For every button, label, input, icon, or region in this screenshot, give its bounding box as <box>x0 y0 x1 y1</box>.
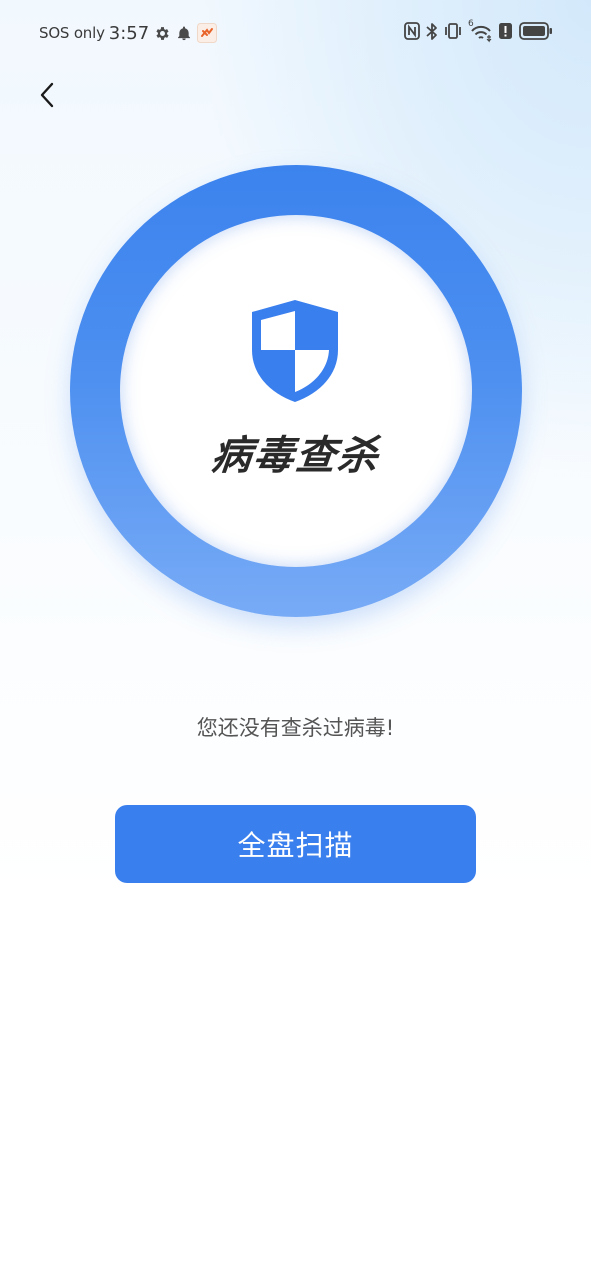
app-notification-icon <box>197 23 218 43</box>
scan-title: 病毒查杀 <box>209 433 382 479</box>
carrier-label: SOS only <box>39 24 105 42</box>
bell-icon <box>176 25 192 42</box>
wifi-badge: 6 <box>468 19 474 29</box>
status-bar: SOS only 3:57 6 <box>0 0 591 66</box>
full-scan-button[interactable]: 全盘扫描 <box>115 805 476 883</box>
clock: 3:57 <box>108 22 150 44</box>
alert-icon <box>498 22 513 44</box>
vibrate-icon <box>444 22 462 44</box>
back-button[interactable] <box>30 78 64 112</box>
virus-scan-ring: 病毒查杀 <box>70 165 522 617</box>
shield-icon <box>252 300 338 402</box>
chevron-left-icon <box>40 82 54 108</box>
battery-icon <box>519 22 553 44</box>
no-scan-hint: 您还没有查杀过病毒! <box>196 716 395 740</box>
status-bar-left: SOS only 3:57 <box>39 21 222 45</box>
status-bar-right: 6 <box>404 19 553 45</box>
gear-icon <box>154 25 171 42</box>
bluetooth-icon <box>426 22 438 45</box>
nfc-icon <box>404 22 420 44</box>
wifi-icon: 6 <box>468 19 492 43</box>
